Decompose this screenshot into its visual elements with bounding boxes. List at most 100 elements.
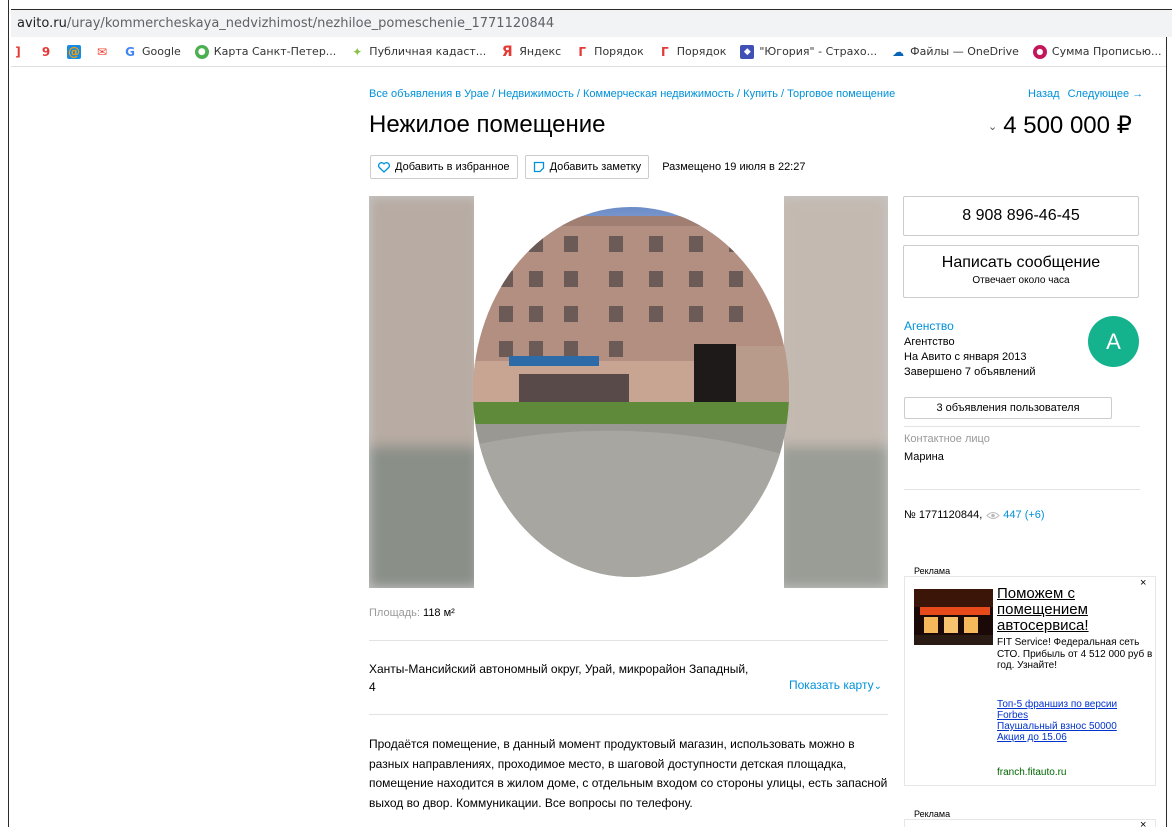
divider <box>904 489 1140 490</box>
ad-label: Реклама <box>914 809 951 819</box>
url-path: /uray/kommercheskaya_nedvizhimost/nezhil… <box>66 16 555 31</box>
google-icon: G <box>125 44 135 59</box>
red-app-icon: ] <box>15 44 21 59</box>
seller-type: Агентство <box>904 336 955 348</box>
back-link[interactable]: Назад <box>1028 88 1060 100</box>
bookmark-label: Яндекс <box>519 45 562 58</box>
price-value: 4 500 000 ₽ <box>1003 112 1132 139</box>
divider <box>369 714 888 715</box>
ad-block[interactable] <box>904 819 1156 827</box>
bookmark-item[interactable]: Г Порядок <box>658 44 727 59</box>
area-spec: Площадь: 118 м² <box>369 607 455 619</box>
add-note-button[interactable]: Добавить заметку <box>524 155 650 179</box>
listing-photo[interactable]: Avito <box>369 196 888 588</box>
chevron-down-icon: ⌄ <box>873 681 882 692</box>
favorite-label: Добавить в избранное <box>395 161 510 173</box>
car-service-image <box>914 589 993 645</box>
shield-icon: ◆ <box>740 44 755 59</box>
page-title: Нежилое помещение <box>369 111 606 138</box>
contact-label: Контактное лицо <box>904 433 990 445</box>
bookmark-label: Карта Санкт-Петер... <box>213 45 337 58</box>
bookmark-label: Сумма Прописью... <box>1051 45 1162 58</box>
bookmark-label: Google <box>142 45 181 58</box>
circle-icon: ● <box>1032 44 1047 59</box>
bookmark-label: Файлы — OneDrive <box>910 45 1019 58</box>
building-photo: Avito <box>369 196 888 588</box>
globe-icon: ● <box>194 44 209 59</box>
browser-window: avito.ru/uray/kommercheskaya_nedvizhimos… <box>0 0 1172 827</box>
ad-links: Топ-5 франшиз по версии Forbes Паушальны… <box>997 699 1137 743</box>
heart-icon <box>378 161 390 173</box>
flag-icon: Г <box>578 44 586 59</box>
bookmark-item[interactable]: @ <box>67 44 81 59</box>
ad-domain[interactable]: franch.fitauto.ru <box>997 767 1066 778</box>
user-ads-button[interactable]: 3 объявления пользователя <box>904 397 1112 419</box>
message-title: Написать сообщение <box>941 254 1101 271</box>
divider <box>369 640 888 641</box>
yandex-icon: Я <box>501 43 513 60</box>
ad-title[interactable]: Поможем с помещением автосервиса! <box>997 586 1147 634</box>
avatar[interactable]: A <box>1088 316 1139 367</box>
bookmark-item[interactable]: 9 <box>39 45 53 59</box>
listing-nav: Назад Следующее → <box>1028 88 1143 100</box>
ad-link[interactable]: Паушальный взнос 50000 <box>997 721 1137 732</box>
address-bar[interactable]: avito.ru/uray/kommercheskaya_nedvizhimos… <box>11 9 1172 37</box>
flag-icon: Г <box>660 44 669 59</box>
bookmark-item[interactable]: ☁ Файлы — OneDrive <box>891 45 1019 59</box>
show-map-link[interactable]: Показать карту⌄ <box>789 678 882 692</box>
watermark-text: Avito <box>716 558 754 577</box>
views-counter[interactable]: 447 (+6) <box>986 509 1045 521</box>
cadastre-icon: ✦ <box>352 44 363 59</box>
ad-label: Реклама <box>914 566 951 576</box>
action-row: Добавить в избранное Добавить заметку Ра… <box>370 155 805 179</box>
close-icon[interactable]: × <box>1140 819 1146 827</box>
bookmark-label: "Югория" - Страхо... <box>759 45 878 58</box>
note-label: Добавить заметку <box>549 161 642 173</box>
seller-name-link[interactable]: Агенство <box>904 319 954 333</box>
write-message-button[interactable]: Написать сообщение Отвечает около часа <box>903 245 1139 298</box>
ad-number: № 1771120844, 447 (+6) <box>904 509 1045 521</box>
price: ⌄ 4 500 000 ₽ <box>988 111 1132 140</box>
area-value: 118 м² <box>423 607 455 619</box>
onedrive-icon: ☁ <box>892 44 905 59</box>
posted-date: Размещено 19 июля в 22:27 <box>662 161 806 173</box>
bookmark-label: Порядок <box>594 45 644 58</box>
bookmark-item[interactable]: G Google <box>123 45 181 59</box>
at-mail-icon: @ <box>67 44 81 59</box>
window-edge <box>0 0 9 827</box>
bookmark-item[interactable]: Г Порядок <box>575 44 644 59</box>
ad-body: FIT Service! Федеральная сеть СТО. Прибы… <box>997 637 1153 671</box>
address-line-1: Ханты-Мансийский автономный округ, Урай,… <box>369 662 749 676</box>
bookmark-item[interactable]: ● Карта Санкт-Петер... <box>194 44 337 59</box>
note-icon <box>533 161 544 173</box>
seller-info: Агентство На Авито с января 2013 Заверше… <box>904 335 1035 380</box>
bookmark-item[interactable]: Я Яндекс <box>500 45 561 59</box>
bookmark-item[interactable]: ◆ "Югория" - Страхо... <box>740 44 878 59</box>
gmail-icon: ✉ <box>96 44 108 59</box>
divider <box>904 426 1140 427</box>
chevron-down-icon[interactable]: ⌄ <box>988 121 997 133</box>
contact-name: Марина <box>904 451 944 463</box>
area-label: Площадь: <box>369 607 420 619</box>
show-map-label: Показать карту <box>789 678 874 692</box>
bookmark-label: Порядок <box>676 45 727 58</box>
bookmark-item[interactable]: ✉ <box>95 45 109 59</box>
ad-link[interactable]: Топ-5 франшиз по версии Forbes <box>997 699 1137 721</box>
url-host: avito.ru <box>17 16 67 31</box>
ad-number-value: № 1771120844, <box>904 509 983 521</box>
bookmark-label: Публичная кадаст... <box>369 45 487 58</box>
next-link[interactable]: Следующее → <box>1068 88 1144 100</box>
bookmark-item[interactable]: ● Сумма Прописью... <box>1032 44 1162 59</box>
favorite-button[interactable]: Добавить в избранное <box>370 155 518 179</box>
yandex-browser-icon: 9 <box>41 44 51 59</box>
seller-since: На Авито с января 2013 <box>904 351 1027 363</box>
bookmark-item[interactable]: ] <box>11 45 25 59</box>
breadcrumb[interactable]: Все объявления в Урае / Недвижимость / К… <box>369 88 895 100</box>
seller-completed: Завершено 7 объявлений <box>904 366 1036 378</box>
ad-image[interactable] <box>914 589 993 645</box>
message-subtitle: Отвечает около часа <box>972 275 1070 286</box>
show-phone-button[interactable]: 8 908 896-46-45 <box>903 196 1139 236</box>
bookmark-item[interactable]: ✦ Публичная кадаст... <box>350 45 486 59</box>
listing-page: Все объявления в Урае / Недвижимость / К… <box>11 67 1172 827</box>
ad-link[interactable]: Акция до 15.06 <box>997 732 1137 743</box>
